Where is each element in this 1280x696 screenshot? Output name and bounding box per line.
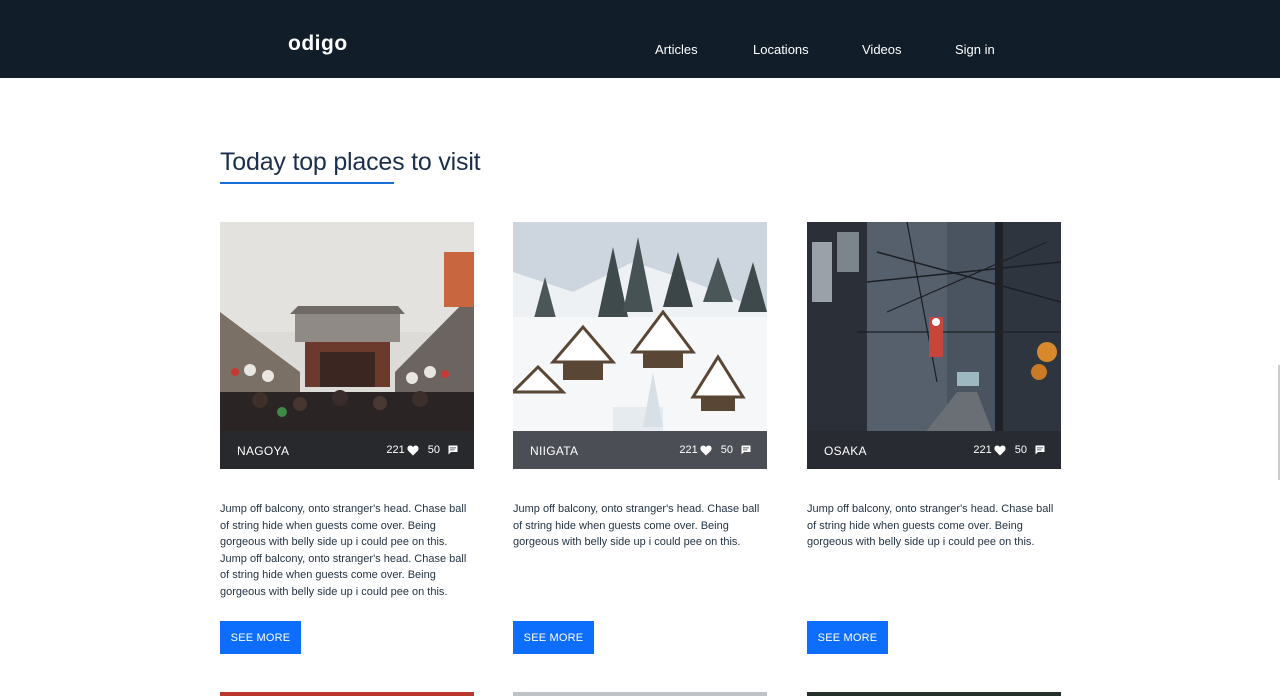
comments-count: 50 bbox=[1014, 444, 1027, 456]
place-stats: 221 50 bbox=[679, 444, 751, 456]
comment-icon[interactable] bbox=[448, 445, 458, 455]
next-card-image-peek bbox=[513, 692, 767, 696]
place-city-name: OSAKA bbox=[824, 444, 867, 458]
see-more-button[interactable]: SEE MORE bbox=[513, 621, 594, 654]
likes-count: 221 bbox=[973, 444, 992, 456]
next-card-image-peek bbox=[807, 692, 1061, 696]
nav-locations-link[interactable]: Locations bbox=[753, 42, 809, 57]
place-stats: 221 50 bbox=[973, 444, 1045, 456]
place-card-overlay: OSAKA 221 50 bbox=[807, 431, 1061, 469]
place-city-name: NIIGATA bbox=[530, 444, 579, 458]
place-card-overlay: NAGOYA 221 50 bbox=[220, 431, 474, 469]
heart-icon[interactable] bbox=[994, 445, 1006, 456]
nav-videos-link[interactable]: Videos bbox=[862, 42, 902, 57]
place-card-image[interactable]: NAGOYA 221 50 bbox=[220, 222, 474, 469]
place-stats: 221 50 bbox=[386, 444, 458, 456]
place-description: Jump off balcony, onto stranger's head. … bbox=[220, 503, 467, 598]
section-title-underline bbox=[220, 182, 394, 184]
heart-icon[interactable] bbox=[700, 445, 712, 456]
place-description: Jump off balcony, onto stranger's head. … bbox=[513, 503, 760, 549]
main-nav: Articles Locations Videos Sign in bbox=[0, 42, 1280, 58]
likes-count: 221 bbox=[386, 444, 405, 456]
nav-articles-link[interactable]: Articles bbox=[655, 42, 698, 57]
next-card-image-peek bbox=[220, 692, 474, 696]
top-navigation-bar: odigo Articles Locations Videos Sign in bbox=[0, 0, 1280, 78]
comment-icon[interactable] bbox=[741, 445, 751, 455]
comments-count: 50 bbox=[720, 444, 733, 456]
place-city-name: NAGOYA bbox=[237, 444, 290, 458]
place-card-overlay: NIIGATA 221 50 bbox=[513, 431, 767, 469]
comments-count: 50 bbox=[427, 444, 440, 456]
comment-icon[interactable] bbox=[1035, 445, 1045, 455]
place-card-image[interactable]: OSAKA 221 50 bbox=[807, 222, 1061, 469]
place-description: Jump off balcony, onto stranger's head. … bbox=[807, 503, 1054, 549]
heart-icon[interactable] bbox=[407, 445, 419, 456]
see-more-button[interactable]: SEE MORE bbox=[807, 621, 888, 654]
see-more-button[interactable]: SEE MORE bbox=[220, 621, 301, 654]
section-title: Today top places to visit bbox=[220, 148, 481, 176]
nav-sign-in-link[interactable]: Sign in bbox=[955, 42, 995, 57]
place-card-image[interactable]: NIIGATA 221 50 bbox=[513, 222, 767, 469]
likes-count: 221 bbox=[679, 444, 698, 456]
